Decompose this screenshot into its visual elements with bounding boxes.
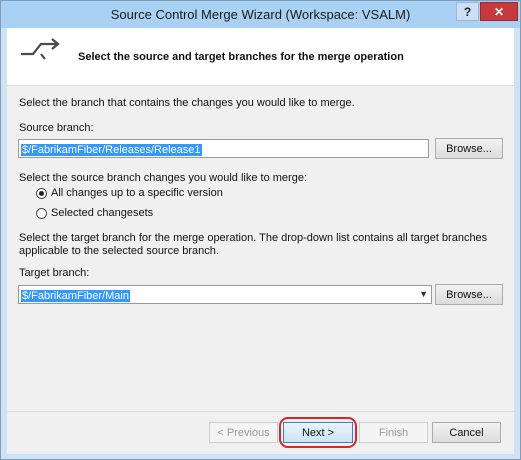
wizard-client-area: Select the source and target branches fo… [7, 28, 514, 454]
source-branch-label: Source branch: [19, 122, 94, 134]
wizard-footer: < Previous Next > Finish Cancel [7, 411, 514, 454]
target-browse-button[interactable]: Browse... [435, 284, 503, 305]
title-bar[interactable]: Source Control Merge Wizard (Workspace: … [1, 1, 520, 28]
radio-all-changes[interactable] [36, 188, 47, 199]
source-branch-value: $/FabrikamFiber/Releases/Release1 [21, 144, 202, 156]
target-prompt: Select the target branch for the merge o… [19, 232, 488, 257]
window-title: Source Control Merge Wizard (Workspace: … [110, 7, 411, 22]
help-button[interactable]: ? [456, 2, 479, 21]
wizard-body: Select the branch that contains the chan… [7, 86, 514, 411]
source-branch-input[interactable]: $/FabrikamFiber/Releases/Release1 [18, 139, 429, 158]
page-heading: Select the source and target branches fo… [78, 51, 404, 63]
chevron-down-icon[interactable]: ▼ [419, 289, 428, 299]
next-button-highlight [279, 417, 357, 448]
previous-button[interactable]: < Previous [209, 422, 278, 443]
close-button[interactable]: ✕ [480, 2, 518, 21]
changes-prompt: Select the source branch changes you wou… [19, 172, 307, 184]
cancel-button[interactable]: Cancel [432, 422, 501, 443]
wizard-banner: Select the source and target branches fo… [7, 28, 514, 86]
source-browse-button[interactable]: Browse... [435, 138, 503, 159]
target-branch-label: Target branch: [19, 267, 90, 279]
target-branch-value: $/FabrikamFiber/Main [21, 290, 130, 302]
merge-arrow-icon [19, 38, 67, 71]
wizard-window: Source Control Merge Wizard (Workspace: … [0, 0, 521, 460]
radio-selected-changesets[interactable] [36, 208, 47, 219]
radio-all-changes-label[interactable]: All changes up to a specific version [51, 187, 223, 199]
target-branch-dropdown[interactable]: $/FabrikamFiber/Main ▼ [18, 285, 432, 304]
radio-selected-changesets-label[interactable]: Selected changesets [51, 207, 153, 219]
source-prompt: Select the branch that contains the chan… [19, 97, 355, 109]
finish-button[interactable]: Finish [359, 422, 428, 443]
